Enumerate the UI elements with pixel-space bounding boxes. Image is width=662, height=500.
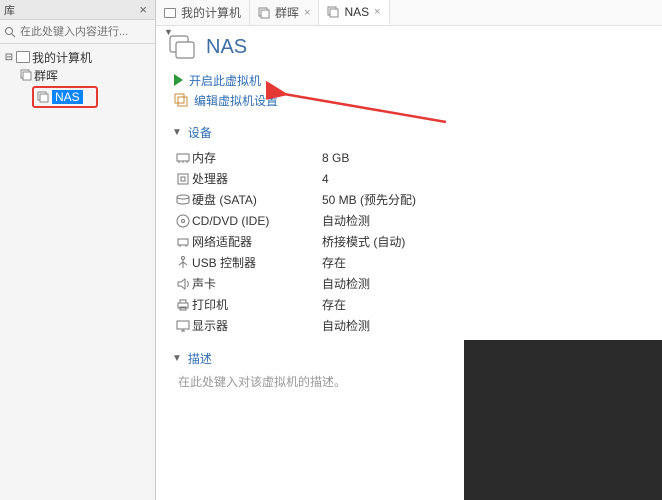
library-title: 库 [4, 2, 15, 18]
description-title: 描述 [188, 350, 212, 367]
close-icon[interactable]: × [135, 2, 151, 17]
library-header: 库 × [0, 0, 155, 20]
tree-item-highlighted: NAS [32, 86, 98, 108]
device-row[interactable]: CD/DVD (IDE)自动检测 [174, 210, 648, 231]
disp-icon [174, 318, 192, 334]
device-label: 显示器 [192, 317, 322, 334]
search-icon [4, 26, 16, 38]
tab-label: 我的计算机 [181, 4, 241, 21]
tree-root[interactable]: ⊟ 我的计算机 [2, 48, 153, 66]
usb-icon [174, 255, 192, 271]
device-value: 存在 [322, 296, 346, 313]
prn-icon [174, 297, 192, 313]
disk-icon [174, 192, 192, 208]
vm-icon [37, 91, 49, 103]
play-icon [174, 74, 183, 86]
close-tab-icon[interactable]: × [374, 6, 380, 18]
tab-home[interactable]: 我的计算机 [156, 0, 250, 25]
tree-item-label: 群晖 [34, 67, 58, 84]
host-icon [164, 8, 176, 18]
close-tab-icon[interactable]: × [304, 7, 310, 19]
search-input[interactable] [20, 26, 162, 38]
tab-label: NAS [344, 5, 369, 19]
device-value: 自动检测 [322, 275, 370, 292]
tab-label: 群晖 [275, 4, 299, 21]
tab-bar: 我的计算机 群晖 × NAS × [156, 0, 662, 26]
device-row[interactable]: USB 控制器存在 [174, 252, 648, 273]
stack-icon [327, 6, 339, 18]
edit-icon [174, 93, 188, 107]
device-row[interactable]: 声卡自动检测 [174, 273, 648, 294]
vm-name: NAS [206, 36, 247, 59]
tree-item-0[interactable]: 群晖 [2, 66, 153, 84]
devices-list: 内存8 GB处理器4硬盘 (SATA)50 MB (预先分配)CD/DVD (I… [174, 147, 648, 336]
library-tree: ⊟ 我的计算机 群晖 NAS [0, 44, 155, 112]
device-value: 50 MB (预先分配) [322, 191, 416, 208]
library-panel: 库 × ▼ ⊟ 我的计算机 群晖 NAS [0, 0, 156, 500]
device-row[interactable]: 内存8 GB [174, 147, 648, 168]
device-value: 4 [322, 172, 329, 186]
power-on-label: 开启此虚拟机 [189, 72, 261, 89]
chevron-down-icon: ▼ [172, 353, 182, 364]
host-icon [16, 51, 30, 63]
device-label: 网络适配器 [192, 233, 322, 250]
preview-pane [464, 340, 662, 500]
tree-root-label: 我的计算机 [32, 49, 92, 66]
net-icon [174, 234, 192, 250]
vm-stack-icon [168, 34, 196, 60]
devices-title: 设备 [188, 124, 212, 141]
device-value: 自动检测 [322, 317, 370, 334]
tab-vm-1[interactable]: NAS × [319, 0, 389, 25]
device-value: 8 GB [322, 151, 349, 165]
snd-icon [174, 276, 192, 292]
device-label: CD/DVD (IDE) [192, 214, 322, 228]
vm-actions: 开启此虚拟机 编辑虚拟机设置 [174, 70, 648, 110]
device-label: USB 控制器 [192, 254, 322, 271]
device-value: 桥接模式 (自动) [322, 233, 405, 250]
chevron-down-icon: ▼ [172, 127, 182, 138]
device-label: 处理器 [192, 170, 322, 187]
devices-header[interactable]: ▼ 设备 [172, 124, 648, 141]
device-row[interactable]: 网络适配器桥接模式 (自动) [174, 231, 648, 252]
tree-item-selected[interactable]: NAS [52, 90, 83, 104]
cd-icon [174, 213, 192, 229]
device-label: 内存 [192, 149, 322, 166]
devices-section: ▼ 设备 内存8 GB处理器4硬盘 (SATA)50 MB (预先分配)CD/D… [168, 124, 648, 336]
edit-settings-label: 编辑虚拟机设置 [194, 92, 278, 109]
vm-icon [20, 69, 32, 81]
library-search[interactable]: ▼ [0, 20, 155, 44]
device-label: 声卡 [192, 275, 322, 292]
cpu-icon [174, 171, 192, 187]
mem-icon [174, 150, 192, 166]
power-on-button[interactable]: 开启此虚拟机 [174, 70, 648, 90]
vm-title-row: NAS [168, 34, 648, 60]
device-row[interactable]: 显示器自动检测 [174, 315, 648, 336]
device-row[interactable]: 打印机存在 [174, 294, 648, 315]
device-label: 硬盘 (SATA) [192, 191, 322, 208]
tab-vm-0[interactable]: 群晖 × [250, 0, 319, 25]
device-row[interactable]: 硬盘 (SATA)50 MB (预先分配) [174, 189, 648, 210]
edit-settings-button[interactable]: 编辑虚拟机设置 [174, 90, 648, 110]
collapse-icon[interactable]: ⊟ [4, 52, 14, 63]
stack-icon [258, 7, 270, 19]
device-value: 存在 [322, 254, 346, 271]
device-value: 自动检测 [322, 212, 370, 229]
device-row[interactable]: 处理器4 [174, 168, 648, 189]
device-label: 打印机 [192, 296, 322, 313]
